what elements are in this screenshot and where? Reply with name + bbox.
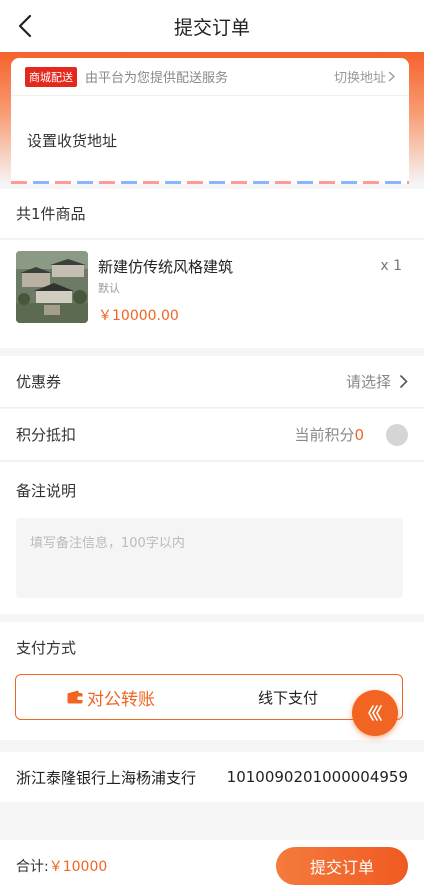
chevron-right-icon — [399, 374, 408, 389]
product-image — [16, 251, 88, 323]
payment-label: 支付方式 — [16, 638, 77, 657]
delivery-row: 商城配送 由平台为您提供配送服务 切换地址 — [11, 58, 409, 96]
goods-header: 共1件商品 — [0, 189, 424, 239]
chevron-right-icon — [388, 71, 395, 82]
payment-header: 支付方式 — [0, 622, 424, 672]
total-label: 合计: — [16, 859, 49, 875]
goods-count: 共1件商品 — [16, 205, 86, 223]
coupon-row[interactable]: 优惠券 请选择 — [0, 356, 424, 408]
submit-order-button[interactable]: 提交订单 — [276, 847, 408, 885]
bank-account: 1010090201000004959 — [226, 768, 408, 786]
payment-transfer-label: 对公转账 — [87, 689, 155, 710]
floating-action-button[interactable] — [352, 690, 398, 736]
wallet-icon — [67, 690, 83, 704]
remark-field-wrap — [16, 518, 403, 598]
address-stripe — [11, 181, 409, 184]
points-label: 积分抵扣 — [16, 426, 77, 444]
payment-option-transfer[interactable]: 对公转账 — [16, 685, 206, 710]
product-quantity: x 1 — [380, 258, 402, 274]
delivery-description: 由平台为您提供配送服务 — [85, 71, 229, 86]
address-card: 商城配送 由平台为您提供配送服务 切换地址 设置收货地址 — [11, 58, 409, 184]
page-title: 提交订单 — [173, 16, 250, 39]
goods-item[interactable]: 新建仿传统风格建筑 默认 ￥10000.00 x 1 — [0, 240, 424, 348]
points-prefix: 当前积分 — [294, 426, 355, 444]
product-spec: 默认 — [98, 282, 120, 295]
bank-row: 浙江泰隆银行上海杨浦支行 1010090201000004959 — [0, 752, 424, 802]
switch-address-link[interactable]: 切换地址 — [334, 67, 395, 86]
chevron-left-icon — [18, 14, 32, 38]
coupon-value-wrap: 请选择 — [346, 371, 408, 392]
delivery-tag: 商城配送 — [25, 66, 77, 87]
coupon-value: 请选择 — [345, 373, 391, 391]
points-row: 积分抵扣 当前积分 0 — [0, 409, 424, 461]
payment-options: 对公转账 线下支付 — [15, 674, 403, 720]
remark-input[interactable] — [30, 532, 389, 584]
back-button[interactable] — [12, 12, 38, 40]
total-value: ￥10000 — [48, 859, 108, 875]
payment-offline-label: 线下支付 — [258, 688, 319, 707]
set-address-button[interactable]: 设置收货地址 — [27, 130, 117, 151]
points-value: 0 — [354, 425, 364, 444]
switch-address-label: 切换地址 — [333, 71, 386, 86]
product-name: 新建仿传统风格建筑 — [98, 258, 234, 276]
points-toggle[interactable] — [386, 423, 408, 446]
points-value-wrap: 当前积分 0 — [294, 423, 408, 446]
chevron-left-double-icon — [368, 705, 382, 721]
nav-bar: 提交订单 — [0, 0, 424, 52]
footer-bar: 合计: ￥10000 提交订单 — [0, 840, 424, 892]
bank-name: 浙江泰隆银行上海杨浦支行 — [16, 768, 197, 787]
product-price: ￥10000.00 — [98, 308, 179, 324]
coupon-label: 优惠券 — [16, 373, 62, 391]
remark-label: 备注说明 — [16, 482, 77, 500]
